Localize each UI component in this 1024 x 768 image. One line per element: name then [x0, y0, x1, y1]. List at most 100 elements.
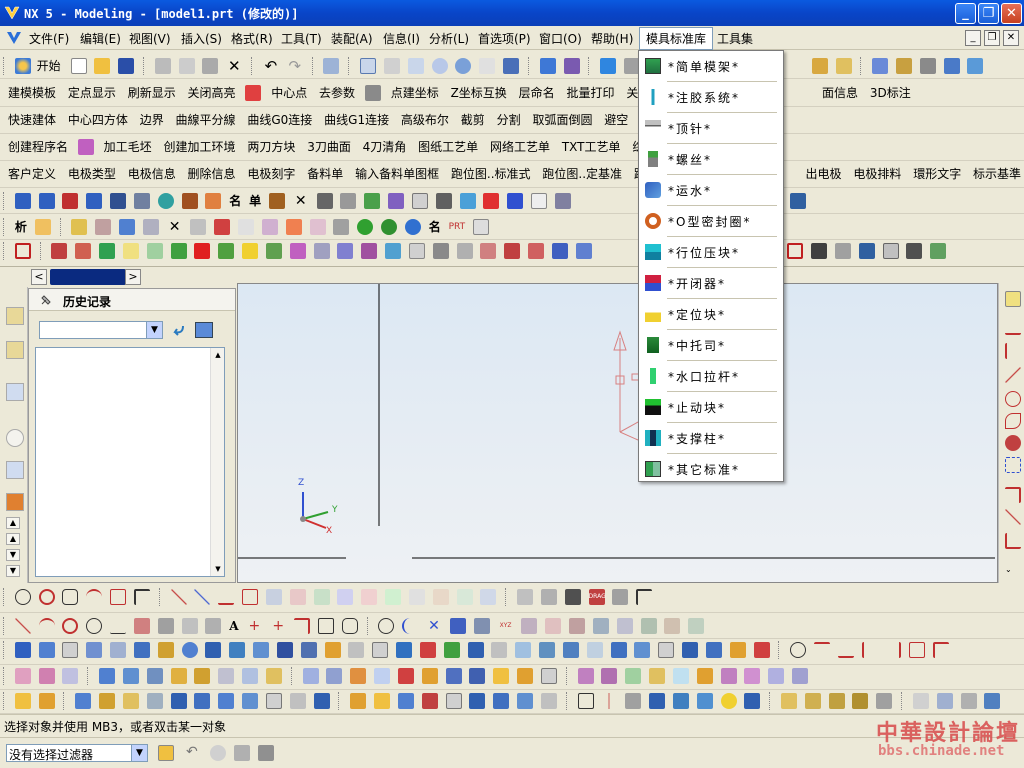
tb-layer-name[interactable]: 层命名 [515, 80, 559, 106]
surface-icon-16[interactable] [397, 668, 414, 684]
go-icon[interactable] [381, 219, 398, 235]
figure-icon[interactable] [316, 193, 333, 209]
sphere-yellow-icon[interactable] [720, 693, 737, 709]
block-icon-b29[interactable] [828, 693, 845, 709]
point-circle-icon[interactable] [14, 589, 31, 605]
menu-help[interactable]: 帮助(H) [591, 30, 633, 47]
menu-mold-standard-library[interactable]: 模具标准库 [639, 27, 714, 50]
extrude-curve-icon[interactable] [569, 618, 586, 634]
surface-icon-5[interactable] [122, 668, 139, 684]
corner-bracket-icon[interactable] [636, 589, 653, 605]
snap-icon[interactable] [882, 243, 899, 259]
trim-body-icon[interactable] [467, 642, 484, 658]
tb-close-highlight[interactable]: 关闭高亮 [184, 80, 240, 106]
shaded-icon[interactable] [563, 58, 580, 74]
slash-icon[interactable] [1005, 367, 1021, 383]
hexagon-icon[interactable] [341, 618, 358, 634]
doc-restore-button[interactable]: ❐ [984, 30, 1000, 46]
xy-icon[interactable] [912, 693, 929, 709]
project-icon[interactable] [337, 589, 354, 605]
surface-icon-19[interactable] [469, 668, 486, 684]
tb-three-tool-surface[interactable]: 3刀曲面 [303, 134, 355, 160]
rib-icon[interactable] [324, 642, 341, 658]
datum-axis-icon[interactable] [38, 693, 55, 709]
copy-icon[interactable] [178, 58, 195, 74]
select-icon[interactable] [323, 58, 340, 74]
menu-window[interactable]: 窗口(O) [539, 30, 582, 47]
offset-icon[interactable] [1005, 533, 1021, 549]
doc-close-button[interactable]: ✕ [1003, 30, 1019, 46]
open-folder-icon[interactable] [94, 58, 111, 74]
tb-name-glyph[interactable]: 名 [227, 188, 243, 213]
surface-icon-7[interactable] [170, 668, 187, 684]
close-x-icon[interactable]: ✕ [167, 219, 183, 235]
menu-edit[interactable]: 编辑(E) [80, 30, 121, 47]
part-navigator-icon[interactable] [6, 341, 24, 359]
blade-icon[interactable] [340, 193, 357, 209]
tb-four-tool-corner[interactable]: 4刀清角 [359, 134, 411, 160]
face-icon[interactable] [787, 243, 804, 259]
block-icon-b31[interactable] [876, 693, 893, 709]
menu-preferences[interactable]: 首选项(P) [478, 30, 531, 47]
block-icon-b26[interactable] [744, 693, 761, 709]
tb-machining-env[interactable]: 创建加工环境 [160, 134, 240, 160]
point-filter-icon[interactable] [258, 745, 274, 761]
lasso-icon[interactable] [86, 618, 103, 634]
reuse-library-icon[interactable] [6, 383, 24, 401]
solid-icon[interactable] [118, 219, 135, 235]
arc-through-icon[interactable] [402, 618, 418, 634]
surface-icon-17[interactable] [421, 668, 438, 684]
corner-icon[interactable] [1005, 487, 1021, 503]
minimize-button[interactable]: _ [955, 3, 976, 24]
block-icon-b2[interactable] [99, 693, 116, 709]
split-icon[interactable] [289, 243, 306, 259]
tb-z-coord-swap[interactable]: Z坐标互换 [447, 80, 511, 106]
surface-icon-29[interactable] [720, 668, 737, 684]
cross-icon[interactable]: ✕ [293, 193, 309, 209]
revolve-icon[interactable] [38, 642, 55, 658]
block-icon-b8[interactable] [242, 693, 259, 709]
menu-analysis[interactable]: 分析(L) [429, 30, 469, 47]
isoparametric-icon[interactable] [885, 642, 902, 658]
menu-item-locating-block[interactable]: *定位块* [639, 299, 783, 329]
circle-icon[interactable] [1005, 391, 1021, 407]
constraint-icon[interactable] [919, 58, 936, 74]
tb-out-electrode[interactable]: 出电极 [802, 161, 846, 187]
magnet-icon[interactable] [62, 618, 79, 634]
block-icon-b1[interactable] [75, 693, 92, 709]
line-arc-icon[interactable] [218, 589, 235, 605]
block-icon-b24[interactable] [672, 693, 689, 709]
tb-txt-process-sheet[interactable]: TXT工艺单 [558, 134, 625, 160]
surface-icon-22[interactable] [540, 668, 557, 684]
chamfer-icon[interactable] [551, 243, 568, 259]
surface-icon-6[interactable] [146, 668, 163, 684]
fillet-icon[interactable] [1005, 435, 1021, 451]
tb-3d-dimension[interactable]: 3D标注 [866, 80, 915, 106]
loft-icon[interactable] [86, 642, 103, 658]
blue-block-icon[interactable] [507, 193, 524, 209]
table-icon[interactable] [411, 193, 428, 209]
tb-arc-face-round[interactable]: 取弧面倒圆 [528, 107, 596, 133]
scale-icon[interactable] [610, 642, 627, 658]
tb-delete-info[interactable]: 删除信息 [184, 161, 240, 187]
tb-curve-g0[interactable]: 曲线G0连接 [243, 107, 316, 133]
tb-electrode-type[interactable]: 电极类型 [64, 161, 120, 187]
emboss-icon[interactable] [456, 243, 473, 259]
mold-icon[interactable] [181, 193, 198, 209]
delete-icon[interactable]: ✕ [226, 58, 242, 74]
rotate-curve-icon[interactable] [592, 618, 609, 634]
divide-icon[interactable] [517, 589, 534, 605]
pad-icon[interactable] [432, 243, 449, 259]
arc-curve-icon[interactable] [813, 642, 830, 658]
scroll-mid-up-icon[interactable]: ▲ [6, 533, 20, 545]
polygon-icon[interactable] [62, 589, 79, 605]
block-icon-b12[interactable] [350, 693, 367, 709]
tb-create-program[interactable]: 创建程序名 [0, 134, 72, 160]
menu-toolset[interactable]: 工具集 [717, 30, 753, 47]
circle-red-icon[interactable] [38, 589, 55, 605]
drill-icon[interactable] [435, 193, 452, 209]
scroll-up-icon[interactable]: ▲ [6, 517, 20, 529]
sweep-icon[interactable] [62, 642, 79, 658]
face-blend-icon[interactable] [658, 642, 675, 658]
groove-icon[interactable] [300, 642, 317, 658]
